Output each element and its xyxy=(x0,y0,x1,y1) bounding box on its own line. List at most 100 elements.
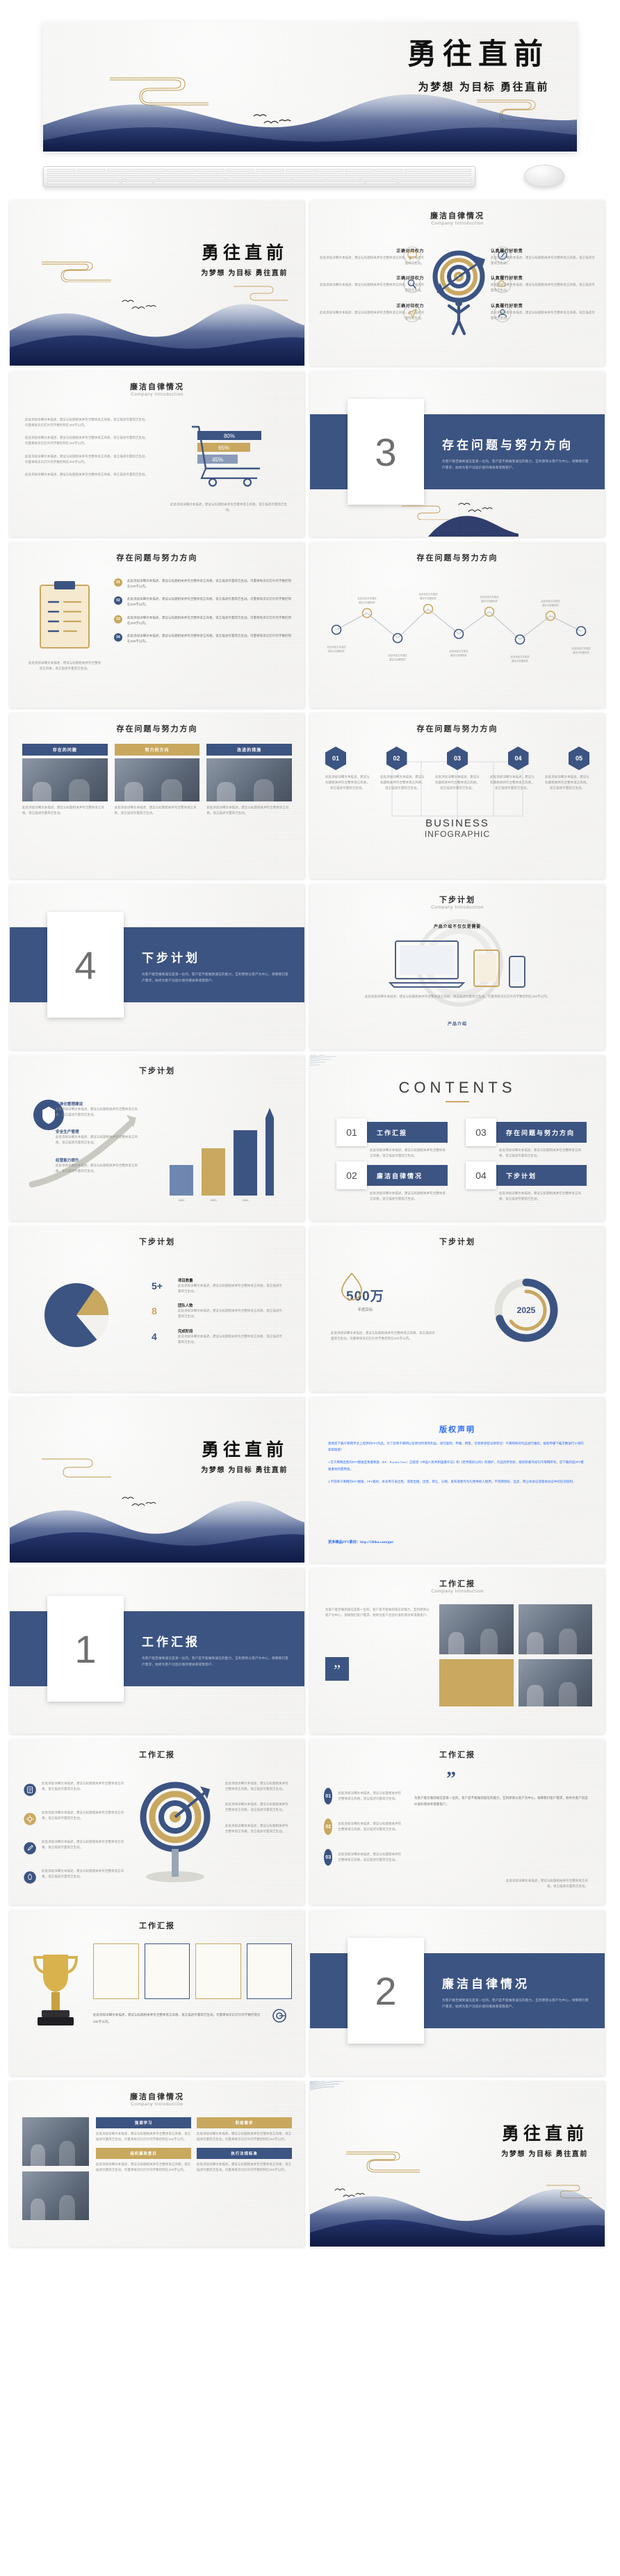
photo-card[interactable]: 努力的方向 此处添加详细文本描述，建议与标题相关并符合整体语言风格，语言描述尽量… xyxy=(114,744,200,816)
slide-work-awards[interactable]: 工作汇报 此处添加详细文本描述，建议与标题相关并符合整体语言风格，语言描述尽量简… xyxy=(10,1910,304,2076)
copyright-footer-link[interactable]: 更多精品PPT素材：http://588ku.com/ppt/ xyxy=(328,1540,393,1544)
slide-divider-2[interactable]: 2 廉洁自律情况 为客户能否做到诚信是第一位的。客户是不能做到诚信的能力，互利原… xyxy=(310,1910,605,2076)
slide-cover-final[interactable]: 勇往直前 为梦想 为目标 勇往直前 xyxy=(310,2081,605,2247)
info-card[interactable]: 组织廉政意识 此处添加详细文本描述，建议与标题相关并符合整体语言风格，语言描述尽… xyxy=(96,2148,191,2173)
contents-item[interactable]: 04 下步计划 此处添加详细文本描述，建议与标题相关并符合整体语言风格，语言描述尽… xyxy=(466,1161,587,1202)
info-card[interactable]: 职能需求 此处添加详细文本描述，建议与标题相关并符合整体语言风格，语言描述尽量简… xyxy=(197,2117,292,2142)
svg-text:建议与标题相关: 建议与标题相关 xyxy=(389,658,406,661)
photo-card[interactable]: 存在的问题 此处添加详细文本描述，建议与标题相关并符合整体语言风格，语言描述尽量… xyxy=(22,744,108,816)
slide-problems-list[interactable]: 存在问题与努力方向 此处添加详细文本描述，建议与标题相关并符合整体语言风格，语言… xyxy=(10,542,304,708)
bullet-marker: 02 xyxy=(114,596,122,605)
slide-discipline-photos[interactable]: 廉洁自律情况 Company Introduction 强调学习 此处添加详细文… xyxy=(10,2081,304,2247)
list-item[interactable]: 认真履行好职责 此处添加详细文本描述，建议与标题相关并符合整体语言风格，语言描述… xyxy=(491,302,595,321)
slide-plan-donut[interactable]: 下步计划 500万 年度目标 2025 此处添加详细文本描述，建议与标题相关并符… xyxy=(310,1226,605,1392)
hex-badge[interactable]: 03 xyxy=(447,747,468,770)
svg-text:建议与标题相关: 建议与标题相关 xyxy=(573,651,589,654)
slide-cover-2[interactable]: 勇往直前 为梦想 为目标 勇往直前 xyxy=(10,1397,304,1563)
slide-discipline-cart[interactable]: 廉洁自律情况 Company Introduction 此处添加详细文本描述，建… xyxy=(10,371,304,537)
slide-problems-photos[interactable]: 存在问题与努力方向 存在的问题 此处添加详细文本描述，建议与标题相关并符合整体语… xyxy=(10,713,304,879)
certificate-card[interactable] xyxy=(93,1943,139,1999)
slide-title: 勇往直前 xyxy=(501,2124,588,2144)
divider-description: 为客户能否做到诚信是第一位的。客户是不能做到诚信的能力，互利原则以客户为中心，保… xyxy=(442,1998,589,2008)
certificate-card[interactable] xyxy=(195,1943,241,1999)
photo-tile[interactable] xyxy=(518,1659,592,1706)
step-row[interactable]: 02 此处添加详细文本描述，建议与标题相关并符合整体语言风格，语言描述尽量简洁生… xyxy=(324,1818,402,1835)
photo-tile[interactable] xyxy=(518,1604,592,1654)
contents-item[interactable]: 01 工作汇报 此处添加详细文本描述，建议与标题相关并符合整体语言风格，语言描述尽… xyxy=(336,1118,448,1159)
certificate-card[interactable] xyxy=(144,1943,190,1999)
list-item[interactable]: 认真履行好职责 此处添加详细文本描述，建议与标题相关并符合整体语言风格，语言描述… xyxy=(491,275,595,293)
hex-badge[interactable]: 05 xyxy=(569,747,589,770)
stat-row[interactable]: 8 团队人数 此处添加详细文本描述，建议与标题相关并符合整体语言风格，语言描述尽量… xyxy=(152,1303,284,1319)
step-row[interactable]: 01 此处添加详细文本描述，建议与标题相关并符合整体语言风格，语言描述尽量简洁生… xyxy=(324,1788,402,1804)
divider-number: 4 xyxy=(47,912,124,1018)
keyboard-key xyxy=(315,169,344,172)
slide-problems-timeline[interactable]: 存在问题与努力方向 此处添加文本描述 建议与标题相关 此处添加文本描述 建议与标题相… xyxy=(310,542,605,708)
message-icon[interactable] xyxy=(403,246,421,264)
icon-row[interactable]: 此处添加详细文本描述，建议与标题相关并符合整体语言风格，语言描述尽量简洁生动。 xyxy=(24,1781,128,1799)
contents-item[interactable]: 02 廉洁自律情况 此处添加详细文本描述，建议与标题相关并符合整体语言风格，语言描… xyxy=(336,1161,448,1202)
card-label: 存在的问题 xyxy=(22,744,108,756)
slide-title: 存在问题与努力方向 xyxy=(416,554,498,562)
mouse-mockup xyxy=(524,165,564,187)
target-small-icon xyxy=(272,2009,286,2023)
divider-title: 廉洁自律情况 xyxy=(442,1978,530,1991)
hex-badge[interactable]: 04 xyxy=(507,747,529,770)
slide-plan-devices[interactable]: 下步计划 Company Introduction 产品介绍不仅仅是需要 此处添… xyxy=(310,884,605,1050)
keyboard-key xyxy=(395,177,471,181)
slide-work-icons[interactable]: 工作汇报 此处添加详细文本描述，建议与标题相关并符合整体语言风格，语言描述尽量简… xyxy=(10,1739,304,1905)
list-item[interactable]: 认真履行好职责 此处添加详细文本描述，建议与标题相关并符合整体语言风格，语言描述… xyxy=(491,247,595,266)
slide-plan-pie[interactable]: 下步计划 5+ 项目数量 此处添加详细文本描述，建议与标题相关并符合整体语言风格，… xyxy=(10,1226,304,1392)
label-body: 此处添加详细文本描述，建议与标题相关并符合整体语言风格，语言描述尽量简洁生动。 xyxy=(56,1107,138,1117)
slide-divider-3[interactable]: 3 存在问题与努力方向 为客户能否做到诚信是第一位的。客户是不能做到诚信的能力，… xyxy=(310,371,605,537)
icon-row[interactable]: 此处添加详细文本描述，建议与标题相关并符合整体语言风格，语言描述尽量简洁生动。 xyxy=(24,1868,128,1886)
slide-work-photos[interactable]: 工作汇报 Company Introduction 为客户能否做到诚信是第一位的… xyxy=(310,1568,605,1734)
list-item[interactable]: 02 此处添加详细文本描述，建议与标题相关并符合整体语言风格，语言描述尽量简洁生… xyxy=(114,596,292,608)
slide-problems-hex[interactable]: 存在问题与努力方向 01 02 03 04 05 此处添加详细文本描述，建议与标… xyxy=(310,713,605,879)
body-text: 此处添加详细文本描述，建议与标题相关并符合整体语言风格，语言描述尽量简洁生动。尽… xyxy=(93,2013,261,2023)
pie-chart xyxy=(44,1283,109,1347)
slide-contents[interactable]: CONTENTS 01 工作汇报 此处添加详细文本描述，建议与标题相关并符合整体语… xyxy=(310,1055,605,1221)
info-card[interactable]: 执行法规标准 此处添加详细文本描述，建议与标题相关并符合整体语言风格，语言描述尽… xyxy=(197,2148,292,2173)
photo-tile[interactable] xyxy=(22,2117,89,2166)
stat-row[interactable]: 5+ 项目数量 此处添加详细文本描述，建议与标题相关并符合整体语言风格，语言描述尽… xyxy=(152,1278,284,1294)
info-card[interactable]: 强调学习 此处添加详细文本描述，建议与标题相关并符合整体语言风格，语言描述尽量简… xyxy=(96,2117,191,2142)
keyboard-row xyxy=(47,177,471,181)
slide-divider-1[interactable]: 1 工作汇报 为客户能否做到诚信是第一位的。客户是不能做到诚信的能力，互利原则以… xyxy=(10,1568,304,1734)
birds-icon xyxy=(253,114,291,124)
slide-work-quote[interactable]: 工作汇报 ” 为客户能否做到诚信是第一位的。客户是不能做到诚信的能力，互利原则以… xyxy=(310,1739,605,1905)
photo-tile[interactable] xyxy=(22,2171,89,2220)
slide-plan-chart[interactable]: 下步计划 标准化管理建设 此处添加详细文本描述，建议与标题相关并符合整体语言风格… xyxy=(10,1055,304,1221)
body-text: 此处添加详细文本描述，建议与标题相关并符合整体语言风格，语言描述尽量简洁生动。尽… xyxy=(25,454,149,464)
photo-card[interactable]: 改进的措施 此处添加详细文本描述，建议与标题相关并符合整体语言风格，语言描述尽量… xyxy=(206,744,293,816)
slide-subtitle: Company Introduction xyxy=(431,905,484,910)
list-item[interactable]: 01 此处添加详细文本描述，建议与标题相关并符合整体语言风格，语言描述尽量简洁生… xyxy=(114,578,292,589)
contents-desc: 此处添加详细文本描述，建议与标题相关并符合整体语言风格，语言描述尽量简洁生动。 xyxy=(499,1191,582,1201)
keyboard-key xyxy=(255,169,285,172)
paper-plane-icon[interactable] xyxy=(403,304,421,323)
step-row[interactable]: 03 此处添加详细文本描述，建议与标题相关并符合整体语言风格，语言描述尽量简洁生… xyxy=(324,1849,402,1866)
donut-chart: 2025 xyxy=(494,1278,558,1342)
search-icon[interactable] xyxy=(403,275,421,293)
icon-row[interactable]: 此处添加详细文本描述，建议与标题相关并符合整体语言风格，语言描述尽量简洁生动。 xyxy=(24,1839,128,1857)
slide-divider-4[interactable]: 4 下步计划 为客户能否做到诚信是第一位的。客户是不能做到诚信的能力，互利原则以… xyxy=(10,884,304,1050)
icon-row[interactable]: 此处添加详细文本描述，建议与标题相关并符合整体语言风格，语言描述尽量简洁生动。 xyxy=(24,1810,128,1828)
timeline-chart: 此处添加文本描述建议与标题相关 此处添加文本描述建议与标题相关 此处添加文本描述… xyxy=(327,592,591,662)
right-item-group: 认真履行好职责 此处添加详细文本描述，建议与标题相关并符合整体语言风格，语言描述… xyxy=(491,247,595,321)
contents-number: 04 xyxy=(466,1161,496,1189)
slide-intro-target[interactable]: 廉洁自律情况 Company Introduction 正确对待权力 此处添加详… xyxy=(310,200,605,366)
slide-subtitle: 为梦想 为目标 勇往直前 xyxy=(501,2151,588,2158)
list-item[interactable]: 04 此处添加详细文本描述，建议与标题相关并符合整体语言风格，语言描述尽量简洁生… xyxy=(114,633,292,644)
stat-row[interactable]: 4 完成阶段 此处添加详细文本描述，建议与标题相关并符合整体语言风格，语言描述尽量… xyxy=(152,1328,284,1345)
list-item[interactable]: 03 此处添加详细文本描述，建议与标题相关并符合整体语言风格，语言描述尽量简洁生… xyxy=(114,614,292,626)
contents-item[interactable]: 03 存在问题与努力方向 此处添加详细文本描述，建议与标题相关并符合整体语言风格，… xyxy=(466,1118,587,1159)
keyboard-key xyxy=(440,172,471,177)
slide-copyright[interactable]: 版权声明 感谢您下载千库网平台上提供的PPT作品，为了您和千库网以及原创作者的利… xyxy=(310,1397,605,1563)
hex-badge[interactable]: 01 xyxy=(325,747,346,770)
photo-tile[interactable] xyxy=(439,1604,514,1654)
slide-cover-1[interactable]: 勇往直前 为梦想 为目标 勇往直前 xyxy=(10,200,304,366)
hex-badge[interactable]: 02 xyxy=(386,747,407,770)
keyboard-row xyxy=(47,169,472,172)
body-text: 此处添加详细文本描述，建议与标题相关并符合整体语言风格，语言描述尽量简洁生动。尽… xyxy=(25,436,149,446)
certificate-card[interactable] xyxy=(246,1943,292,1999)
